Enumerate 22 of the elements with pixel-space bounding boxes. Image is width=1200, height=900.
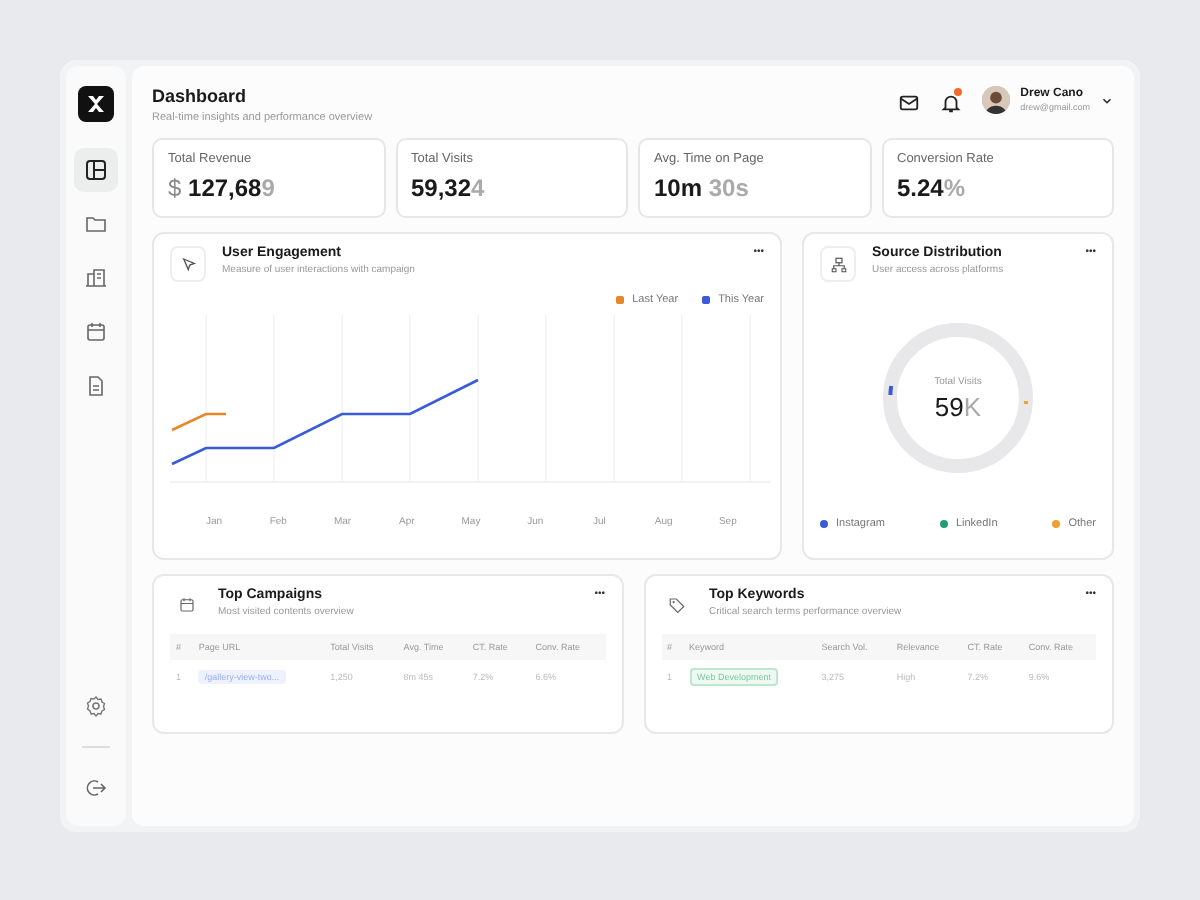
stat-value: 59,324 <box>411 174 487 202</box>
logo-icon <box>78 86 114 122</box>
calendar-icon <box>84 320 108 344</box>
chevron-icon[interactable] <box>1100 93 1114 107</box>
bell-icon[interactable] <box>940 89 963 111</box>
building-icon <box>84 266 108 290</box>
cursor-icon <box>170 246 206 282</box>
network-icon <box>820 246 856 282</box>
donut-value: 59K <box>934 391 982 421</box>
settings-icon <box>84 694 108 718</box>
logout-icon <box>84 776 108 800</box>
avatar <box>982 86 1011 114</box>
layout-icon <box>84 158 108 182</box>
sidebar-item[interactable] <box>74 148 118 192</box>
page-title: Dashboard <box>152 86 249 106</box>
stat-value: 5.24% <box>897 174 968 202</box>
calendar-icon <box>177 595 195 613</box>
stat-value: 10m 30s <box>654 174 751 202</box>
tag-icon <box>668 595 686 613</box>
folder-icon <box>84 212 108 236</box>
document-icon <box>84 374 108 398</box>
stat-value: $ 127,689 <box>168 174 277 202</box>
